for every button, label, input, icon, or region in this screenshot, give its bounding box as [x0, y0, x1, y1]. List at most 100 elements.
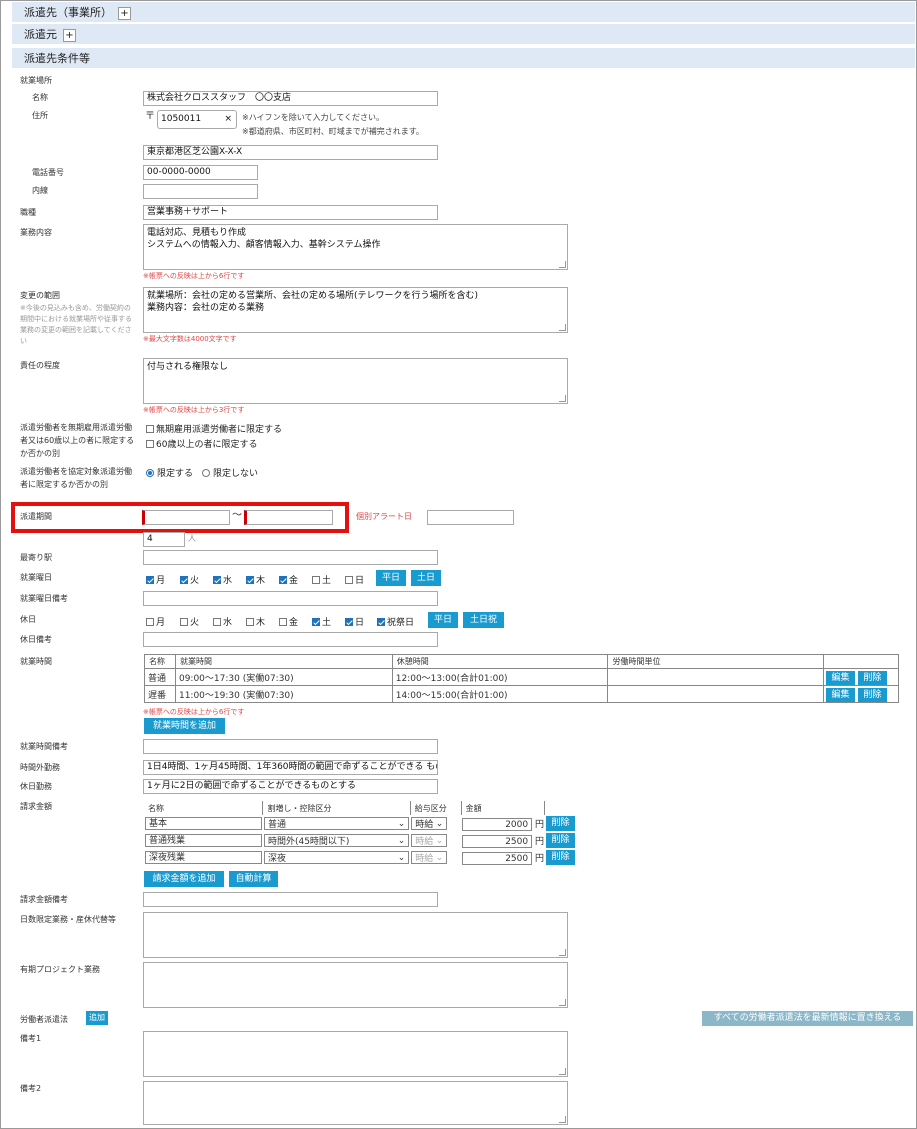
change-scope-textarea[interactable]: 就業場所：会社の定める営業所、会社の定める場所(テレワークを行う場所を含む) 業…: [143, 287, 568, 333]
edit-button[interactable]: 編集: [826, 687, 855, 702]
work-day-sun[interactable]: 日: [345, 573, 364, 586]
checkbox-icon[interactable]: [146, 617, 154, 626]
checkbox-icon[interactable]: [180, 575, 188, 584]
delete-button[interactable]: 削除: [857, 670, 887, 685]
section-dispatch-office[interactable]: 派遣先（事業所） +: [12, 2, 915, 23]
overtime-input[interactable]: 1日4時間、1ヶ月45時間、1年360時間の範囲で命ずることができる もの: [143, 760, 438, 775]
checkbox-icon[interactable]: [146, 439, 154, 448]
work-day-thu[interactable]: 木: [246, 573, 265, 586]
work-days-weekday-button[interactable]: 平日: [376, 570, 406, 586]
radio-icon[interactable]: [146, 468, 154, 477]
checkbox-icon[interactable]: [213, 575, 221, 584]
headcount-unit: 人: [188, 534, 196, 543]
billing-name-input[interactable]: 普通残業: [145, 834, 262, 847]
section-dispatch-source[interactable]: 派遣元 +: [12, 24, 915, 45]
holiday-sun[interactable]: 日: [345, 615, 364, 628]
delete-button[interactable]: 削除: [857, 687, 887, 702]
replace-all-law-button[interactable]: すべての労働者派遣法を最新情報に置き換える: [702, 1011, 913, 1026]
add-work-hours-button[interactable]: 就業時間を追加: [144, 718, 225, 734]
holiday-sat[interactable]: 土: [312, 615, 331, 628]
category-select[interactable]: 深夜 ⌄: [263, 851, 410, 864]
edit-button[interactable]: 編集: [826, 670, 855, 685]
billing-note-input[interactable]: [143, 892, 438, 907]
station-input[interactable]: [143, 550, 438, 565]
checkbox-label: 金: [289, 576, 299, 586]
holiday-mon[interactable]: 月: [146, 615, 165, 628]
add-billing-button[interactable]: 請求金額を追加: [144, 871, 224, 887]
checkbox-icon[interactable]: [279, 617, 287, 626]
billing-category-cell: 深夜 ⌄: [263, 849, 410, 866]
holidays-note-input[interactable]: [143, 632, 438, 647]
holidays-weekend-button[interactable]: 土日祝: [463, 612, 504, 628]
billing-actions: 削除: [545, 815, 577, 832]
remarks1-textarea[interactable]: [143, 1031, 568, 1077]
work-hours-label: 就業時間: [20, 657, 52, 666]
indefinite-option-1[interactable]: 無期雇用派遣労働者に限定する: [146, 422, 282, 435]
amount-input[interactable]: 2500: [462, 851, 533, 865]
work-day-fri[interactable]: 金: [279, 573, 298, 586]
checkbox-icon[interactable]: [146, 575, 154, 584]
clear-icon[interactable]: ×: [224, 111, 232, 128]
checkbox-label: 月: [156, 618, 166, 628]
chevron-down-icon: ⌄: [397, 818, 406, 829]
phone-input[interactable]: 00-0000-0000: [143, 165, 258, 180]
postal-code-input[interactable]: 1050011 ×: [157, 110, 237, 129]
workplace-name-input[interactable]: 株式会社クロススタッフ 〇〇支店: [143, 91, 438, 106]
job-type-input[interactable]: 営業事務＋サポート: [143, 205, 438, 220]
holiday-wed[interactable]: 水: [213, 615, 232, 628]
headcount-input[interactable]: 4: [143, 532, 185, 547]
work-days-note-input[interactable]: [143, 591, 438, 606]
holiday-national[interactable]: 祝祭日: [377, 615, 414, 628]
address-input[interactable]: 東京都港区芝公園X-X-X: [143, 145, 438, 160]
category-select[interactable]: 時間外(45時間以下) ⌄: [263, 834, 410, 847]
remarks2-textarea[interactable]: [143, 1081, 568, 1125]
checkbox-label: 無期雇用派遣労働者に限定する: [156, 425, 283, 435]
checkbox-icon[interactable]: [213, 617, 221, 626]
category-select[interactable]: 普通 ⌄: [263, 817, 410, 830]
work-day-sat[interactable]: 土: [312, 573, 331, 586]
billing-name-input[interactable]: 深夜残業: [145, 851, 262, 864]
holidays-weekday-button[interactable]: 平日: [428, 612, 458, 628]
checkbox-icon[interactable]: [345, 617, 353, 626]
holiday-tue[interactable]: 火: [180, 615, 199, 628]
delete-button[interactable]: 削除: [545, 850, 575, 865]
agreement-radio-yes[interactable]: 限定する: [146, 466, 193, 479]
checkbox-icon[interactable]: [246, 575, 254, 584]
responsibility-textarea[interactable]: 付与される権限なし: [143, 358, 568, 404]
work-day-wed[interactable]: 水: [213, 573, 232, 586]
work-day-tue[interactable]: 火: [180, 573, 199, 586]
checkbox-icon[interactable]: [180, 617, 188, 626]
checkbox-icon[interactable]: [312, 617, 320, 626]
checkbox-icon[interactable]: [377, 617, 385, 626]
checkbox-icon[interactable]: [312, 575, 320, 584]
checkbox-icon[interactable]: [246, 617, 254, 626]
pay-type-select[interactable]: 時給 ⌄: [411, 817, 448, 830]
amount-input[interactable]: 2000: [462, 817, 533, 831]
expand-icon[interactable]: +: [63, 28, 76, 42]
fixed-project-textarea[interactable]: [143, 962, 568, 1008]
holiday-work-input[interactable]: 1ヶ月に2日の範囲で命ずることができるものとする: [143, 779, 438, 794]
billing-note-label: 請求金額備考: [20, 895, 68, 904]
checkbox-icon[interactable]: [345, 575, 353, 584]
indefinite-option-2[interactable]: 60歳以上の者に限定する: [146, 437, 257, 450]
limited-days-textarea[interactable]: [143, 912, 568, 958]
checkbox-icon[interactable]: [279, 575, 287, 584]
auto-calc-button[interactable]: 自動計算: [229, 871, 278, 887]
alert-date-input[interactable]: [427, 510, 514, 525]
work-hours-note-input[interactable]: [143, 739, 438, 754]
holiday-thu[interactable]: 木: [246, 615, 265, 628]
billing-name-input[interactable]: 基本: [145, 817, 262, 830]
dispatch-law-add-button[interactable]: 追加: [86, 1011, 108, 1025]
delete-button[interactable]: 削除: [545, 816, 575, 831]
extension-input[interactable]: [143, 184, 258, 199]
work-day-mon[interactable]: 月: [146, 573, 165, 586]
work-days-weekend-button[interactable]: 土日: [411, 570, 441, 586]
checkbox-icon[interactable]: [146, 424, 154, 433]
holiday-fri[interactable]: 金: [279, 615, 298, 628]
radio-icon[interactable]: [202, 468, 210, 477]
delete-button[interactable]: 削除: [545, 833, 575, 848]
agreement-radio-no[interactable]: 限定しない: [202, 466, 258, 479]
amount-input[interactable]: 2500: [462, 834, 533, 848]
job-content-textarea[interactable]: 電話対応、見積もり作成 システムへの情報入力、顧客情報入力、基幹システム操作: [143, 224, 568, 270]
expand-icon[interactable]: +: [118, 6, 131, 20]
